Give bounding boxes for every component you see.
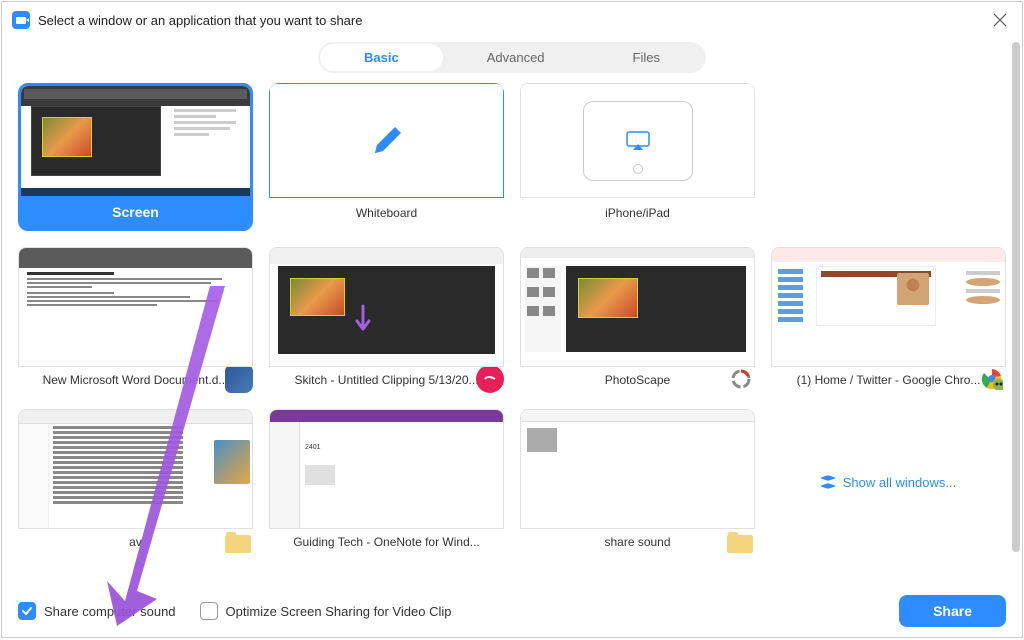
card-label: share sound [520, 529, 755, 555]
tab-advanced[interactable]: Advanced [443, 44, 589, 71]
share-option-photoscape[interactable]: PhotoScape [520, 247, 755, 393]
skitch-app-icon [476, 367, 504, 393]
tab-basic[interactable]: Basic [320, 44, 443, 71]
close-button[interactable] [988, 8, 1012, 32]
card-label: New Microsoft Word Document.d... [18, 367, 253, 393]
photoscape-app-icon [727, 367, 755, 393]
word-app-icon [225, 367, 253, 393]
thumb-iphone [520, 83, 755, 198]
share-grid: Screen Whiteboard [18, 83, 1006, 555]
folder-icon [225, 535, 251, 555]
check-icon [21, 605, 33, 617]
share-sound-checkbox[interactable] [18, 602, 36, 620]
share-sound-option[interactable]: Share computer sound [18, 602, 176, 620]
share-sound-label: Share computer sound [44, 604, 176, 619]
zoom-app-icon [12, 11, 30, 29]
folder-icon [727, 535, 753, 555]
airplay-icon [625, 130, 651, 152]
share-option-sharesound-folder[interactable]: share sound [520, 409, 755, 555]
share-option-word[interactable]: New Microsoft Word Document.d... [18, 247, 253, 393]
scrollbar-thumb[interactable] [1012, 42, 1020, 552]
titlebar: Select a window or an application that y… [2, 2, 1022, 38]
expand-icon [821, 475, 835, 489]
card-label: (1) Home / Twitter - Google Chro... [771, 367, 1006, 393]
card-label: Guiding Tech - OneNote for Wind... [269, 529, 504, 555]
thumb-word [18, 247, 253, 367]
thumb-sharesound [520, 409, 755, 529]
scrollbar[interactable] [1012, 42, 1020, 592]
thumb-screen [21, 86, 250, 196]
tabs: Basic Advanced Files [318, 42, 706, 73]
share-option-explorer[interactable]: av [18, 409, 253, 555]
pencil-icon [369, 123, 405, 159]
share-option-whiteboard[interactable]: Whiteboard [269, 83, 504, 231]
card-label: Screen [21, 196, 250, 228]
thumb-whiteboard [269, 83, 504, 198]
footer: Share computer sound Optimize Screen Sha… [2, 585, 1022, 637]
tabs-row: Basic Advanced Files [2, 38, 1022, 83]
share-option-skitch[interactable]: Skitch - Untitled Clipping 5/13/20... [269, 247, 504, 393]
share-button[interactable]: Share [899, 595, 1006, 627]
thumb-explorer [18, 409, 253, 529]
share-grid-container: Screen Whiteboard [2, 83, 1022, 585]
thumb-twitter [771, 247, 1006, 367]
card-label: iPhone/iPad [520, 198, 755, 228]
thumb-onenote: 2401 [269, 409, 504, 529]
card-label: PhotoScape [520, 367, 755, 393]
optimize-video-option[interactable]: Optimize Screen Sharing for Video Clip [200, 602, 452, 620]
card-label: Skitch - Untitled Clipping 5/13/20... [269, 367, 504, 393]
share-option-onenote[interactable]: 2401 Guiding Tech - OneNote for Wind... [269, 409, 504, 555]
dialog-title: Select a window or an application that y… [38, 13, 988, 28]
share-option-chrome-twitter[interactable]: (1) Home / Twitter - Google Chro... [771, 247, 1006, 393]
close-icon [993, 13, 1007, 27]
optimize-video-checkbox[interactable] [200, 602, 218, 620]
show-all-label: Show all windows... [843, 475, 956, 490]
thumb-skitch [269, 247, 504, 367]
share-option-iphone-ipad[interactable]: iPhone/iPad [520, 83, 755, 231]
share-screen-dialog: Select a window or an application that y… [1, 1, 1023, 638]
optimize-video-label: Optimize Screen Sharing for Video Clip [226, 604, 452, 619]
card-label: av [18, 529, 253, 555]
show-all-windows[interactable]: Show all windows... [771, 409, 1006, 555]
share-option-screen[interactable]: Screen [18, 83, 253, 231]
chrome-app-icon [978, 367, 1006, 393]
tab-files[interactable]: Files [589, 44, 704, 71]
thumb-photoscape [520, 247, 755, 367]
card-label: Whiteboard [269, 198, 504, 228]
